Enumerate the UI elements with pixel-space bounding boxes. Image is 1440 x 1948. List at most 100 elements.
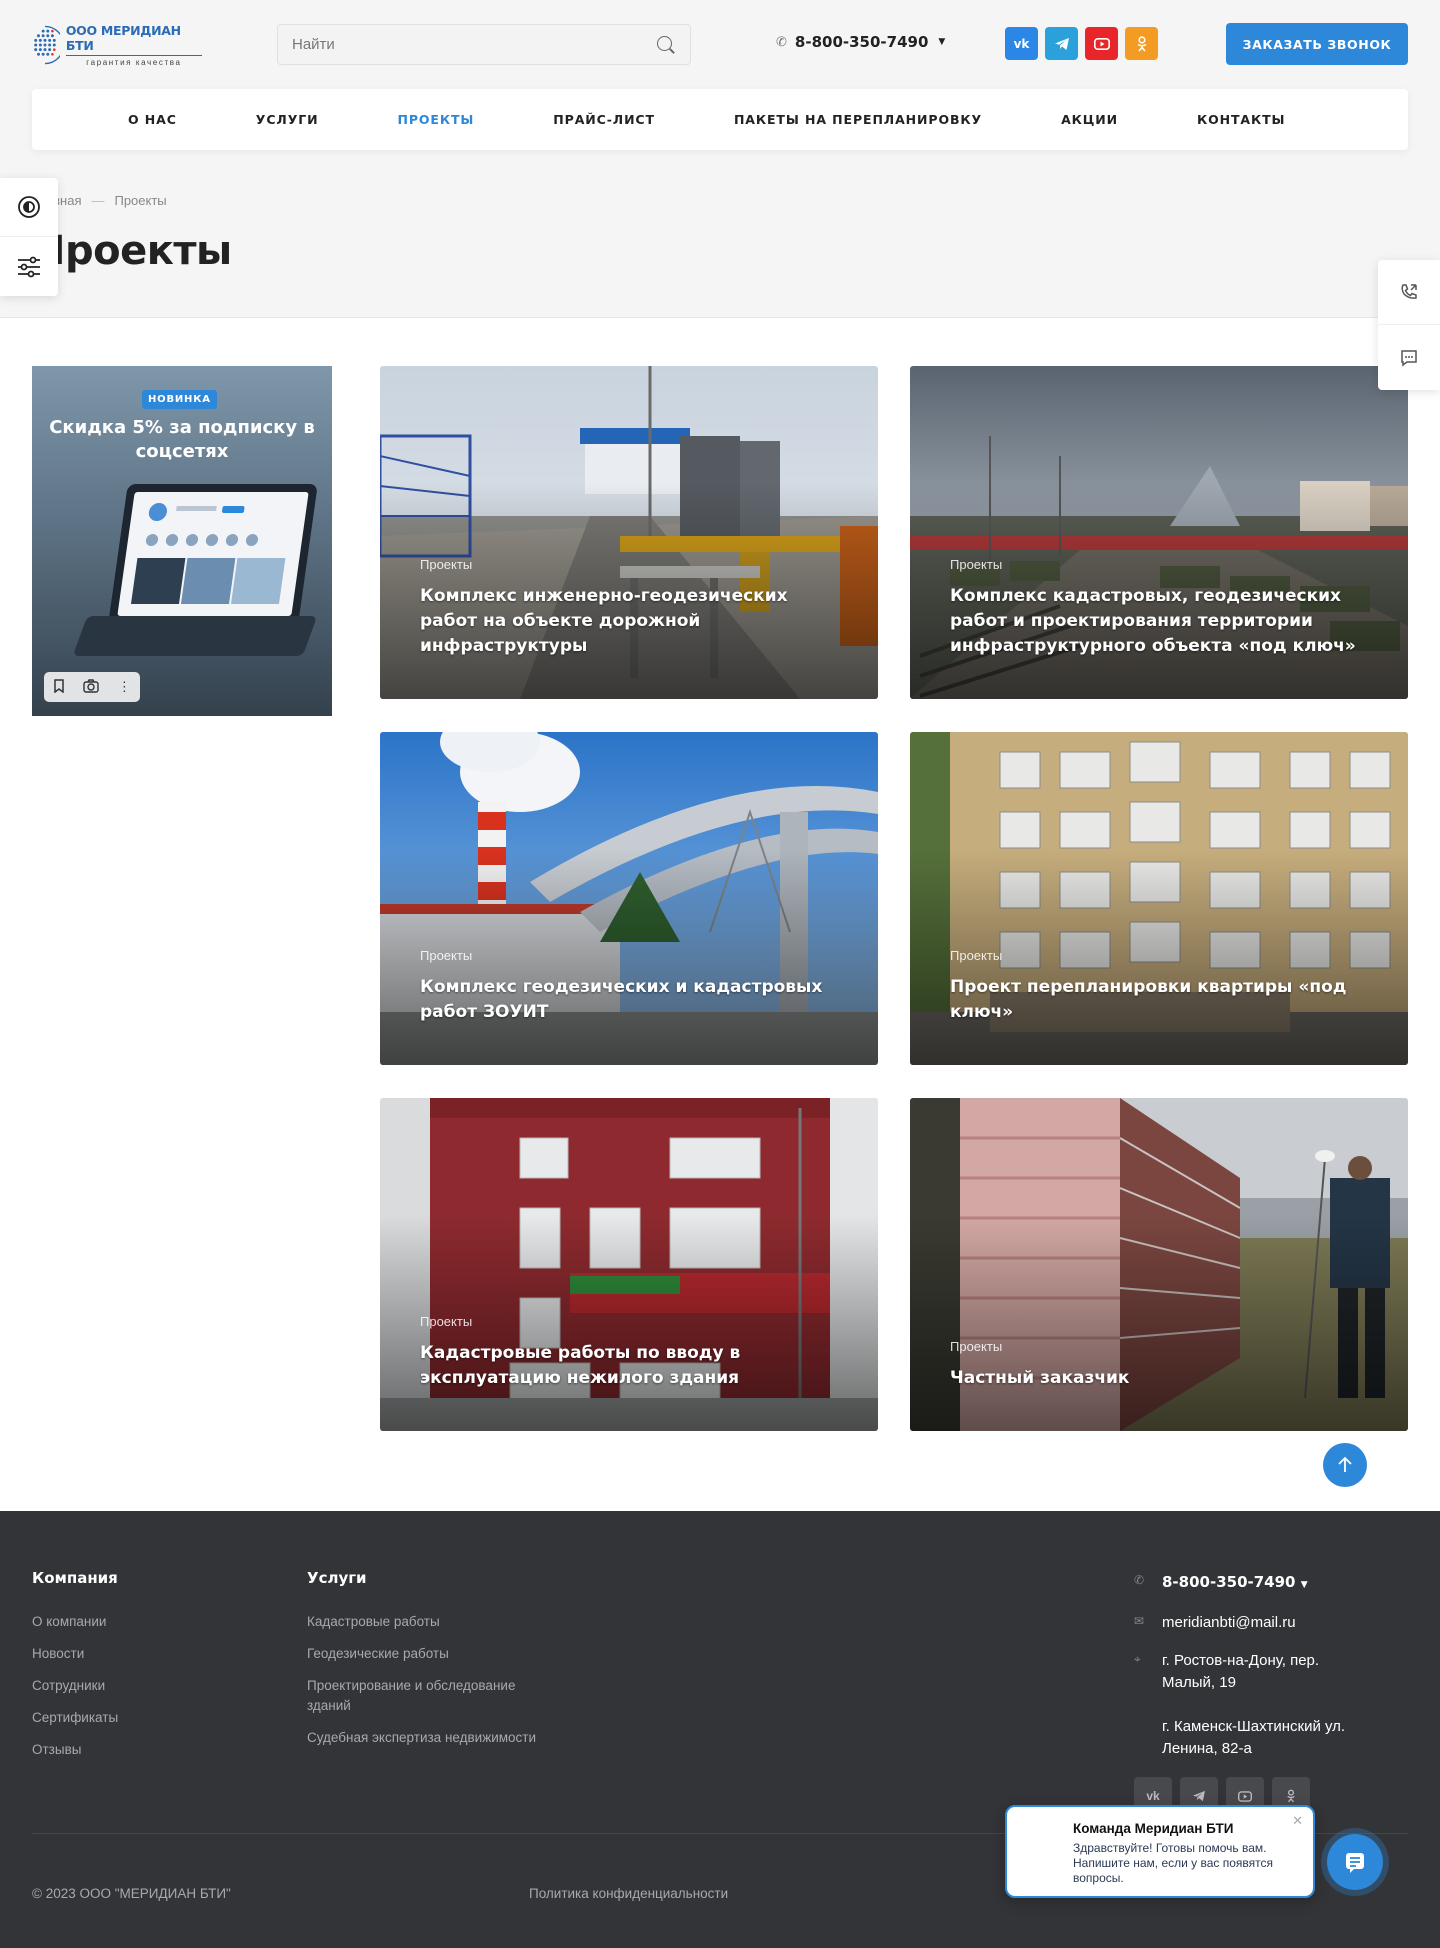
site-header: ООО МЕРИДИАН БТИ гарантия качества ✆ 8-8… [0,0,1440,160]
header-phone[interactable]: ✆ 8-800-350-7490 ▼ [776,33,945,51]
vk-icon[interactable]: vk [1005,27,1038,60]
footer-link[interactable]: Сотрудники [32,1676,118,1696]
search-icon[interactable] [656,35,676,55]
mail-icon: ✉ [1134,1614,1145,1628]
privacy-policy-link[interactable]: Политика конфиденциальности [529,1886,728,1901]
arrow-up-icon [1338,1456,1352,1472]
callback-button[interactable] [1378,260,1440,325]
chat-popup[interactable]: Команда Меридиан БТИ Здравствуйте! Готов… [1005,1805,1315,1898]
footer-services-links: Кадастровые работы Геодезические работы … [307,1612,577,1748]
project-card[interactable]: Проекты Комплекс геодезических и кадастр… [380,732,878,1065]
nav-item-services[interactable]: УСЛУГИ [256,112,319,127]
footer-link[interactable]: Геодезические работы [307,1644,577,1664]
nav-item-about[interactable]: О НАС [128,112,177,127]
odnoklassniki-icon[interactable] [1125,27,1158,60]
chevron-down-icon[interactable]: ▼ [938,37,945,47]
card-title[interactable]: Комплекс инженерно-геодезических работ н… [420,584,838,659]
footer-link[interactable]: Сертификаты [32,1708,118,1728]
footer-link[interactable]: Новости [32,1644,118,1664]
search-input[interactable] [292,36,656,53]
header-phone-number[interactable]: 8-800-350-7490 [795,33,928,51]
card-title[interactable]: Комплекс кадастровых, геодезических рабо… [950,584,1368,659]
logo[interactable]: ООО МЕРИДИАН БТИ гарантия качества [32,20,202,70]
footer-link[interactable]: О компании [32,1612,118,1632]
message-icon [1401,349,1417,366]
camera-icon[interactable] [83,678,100,696]
card-title[interactable]: Частный заказчик [950,1366,1368,1391]
footer-services-heading: Услуги [307,1569,367,1587]
nav-item-contacts[interactable]: КОНТАКТЫ [1197,112,1285,127]
telegram-icon[interactable] [1045,27,1078,60]
card-text: Проекты Комплекс геодезических и кадастр… [420,948,838,1025]
phone-icon: ✆ [776,34,787,50]
card-text: Проекты Комплекс кадастровых, геодезичес… [950,557,1368,659]
card-title[interactable]: Кадастровые работы по вводу в эксплуатац… [420,1341,838,1391]
scroll-to-top-button[interactable] [1323,1443,1367,1487]
footer-phone[interactable]: 8-800-350-7490 ▼ [1162,1571,1308,1596]
card-category: Проекты [420,948,473,963]
accessibility-widget [0,178,58,296]
address-spacer [1134,1716,1148,1718]
nav-item-projects[interactable]: ПРОЕКТЫ [397,112,474,127]
footer-copyright: © 2023 ООО "МЕРИДИАН БТИ" [32,1886,231,1901]
main-nav: О НАС УСЛУГИ ПРОЕКТЫ ПРАЙС-ЛИСТ ПАКЕТЫ Н… [32,89,1408,150]
chat-open-button[interactable] [1321,1828,1389,1896]
bookmark-icon[interactable] [53,678,65,696]
main-content: НОВИНКА Скидка 5% за подписку в соцсетях [0,317,1440,1511]
sliders-icon [18,256,40,277]
more-icon[interactable]: ⋮ [118,679,131,695]
card-category: Проекты [420,557,473,572]
footer-contacts: ✆ 8-800-350-7490 ▼ ✉ meridianbti@mail.ru… [1134,1571,1394,1776]
footer-email[interactable]: meridianbti@mail.ru [1162,1612,1296,1634]
chat-message: Здравствуйте! Готовы помочь вам. Напишит… [1073,1841,1274,1885]
card-category: Проекты [420,1314,473,1329]
location-icon: ⌖ [1134,1652,1141,1666]
phone-icon: ✆ [1134,1573,1145,1587]
order-call-button[interactable]: ЗАКАЗАТЬ ЗВОНОК [1226,23,1408,65]
footer-address-2: г. Каменск-Шахтинский ул. Ленина, 82-а [1162,1718,1346,1757]
nav-item-pricelist[interactable]: ПРАЙС-ЛИСТ [553,112,655,127]
footer-company-links: О компании Новости Сотрудники Сертификат… [32,1612,118,1760]
project-card[interactable]: Проекты Комплекс инженерно-геодезических… [380,366,878,699]
promo-banner[interactable]: НОВИНКА Скидка 5% за подписку в соцсетях [32,366,332,716]
card-title[interactable]: Проект перепланировки квартиры «под ключ… [950,975,1368,1025]
nav-item-promotions[interactable]: АКЦИИ [1061,112,1118,127]
laptop-image [108,484,318,624]
footer-link[interactable]: Отзывы [32,1740,118,1760]
search-box [277,24,691,65]
card-text: Проекты Кадастровые работы по вводу в эк… [420,1314,838,1391]
contrast-icon [18,196,40,218]
header-socials: vk [1005,27,1158,60]
chat-icon [1346,1853,1364,1873]
youtube-icon[interactable] [1085,27,1118,60]
close-icon[interactable]: ✕ [1292,1813,1303,1829]
feedback-button[interactable] [1378,325,1440,390]
project-card[interactable]: Проекты Кадастровые работы по вводу в эк… [380,1098,878,1431]
footer-link[interactable]: Проектирование и обследование зданий [307,1676,557,1716]
footer-link[interactable]: Судебная экспертиза недвижимости [307,1728,577,1748]
logo-name: ООО МЕРИДИАН БТИ [65,23,202,56]
logo-tagline: гарантия качества [86,58,182,67]
footer-address-1: г. Ростов-на-Дону, пер. Малый, 19 [1162,1652,1320,1691]
chevron-down-icon[interactable]: ▼ [1301,1580,1308,1590]
card-text: Проекты Комплекс инженерно-геодезических… [420,557,838,659]
card-title[interactable]: Комплекс геодезических и кадастровых раб… [420,975,838,1025]
card-category: Проекты [950,948,1003,963]
contact-widget [1378,260,1440,390]
page-title: Проекты [32,228,232,274]
project-card[interactable]: Проекты Проект перепланировки квартиры «… [910,732,1408,1065]
card-text: Проекты Проект перепланировки квартиры «… [950,948,1368,1025]
card-category: Проекты [950,1339,1003,1354]
breadcrumb-current: Проекты [114,193,167,208]
footer-phone-number[interactable]: 8-800-350-7490 [1162,1573,1295,1591]
phone-callback-icon [1401,284,1417,299]
footer-company-heading: Компания [32,1569,118,1587]
nav-item-packages[interactable]: ПАКЕТЫ НА ПЕРЕПЛАНИРОВКУ [734,112,982,127]
card-category: Проекты [950,557,1003,572]
project-card[interactable]: Проекты Комплекс кадастровых, геодезичес… [910,366,1408,699]
settings-toggle[interactable] [0,237,58,296]
card-text: Проекты Частный заказчик [950,1339,1368,1391]
footer-link[interactable]: Кадастровые работы [307,1612,577,1632]
project-card[interactable]: Проекты Частный заказчик [910,1098,1408,1431]
contrast-toggle[interactable] [0,178,58,237]
